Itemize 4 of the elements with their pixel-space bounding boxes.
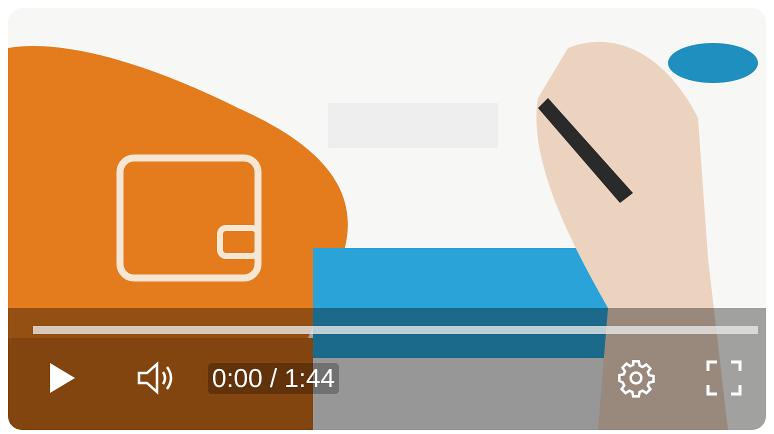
time-display: 0:00 / 1:44 — [208, 362, 339, 394]
settings-button[interactable] — [616, 358, 656, 398]
fullscreen-button[interactable] — [706, 360, 742, 396]
play-button[interactable] — [48, 362, 76, 394]
